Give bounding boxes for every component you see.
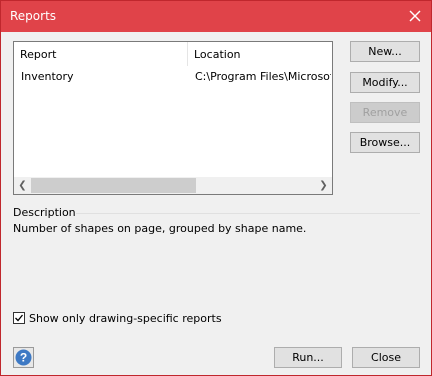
run-button[interactable]: Run... <box>274 347 342 368</box>
horizontal-scrollbar[interactable]: ❮ ❯ <box>14 177 332 194</box>
scrollbar-thumb[interactable] <box>31 178 196 193</box>
checkbox-box[interactable] <box>13 312 25 324</box>
title-bar: Reports <box>1 1 431 32</box>
list-item-location[interactable]: C:\Program Files\Microsoft <box>195 70 331 83</box>
reports-list[interactable]: Report Location Inventory C:\Program Fil… <box>13 41 333 195</box>
description-label: Description <box>13 206 76 219</box>
scroll-left-icon[interactable]: ❮ <box>14 177 31 194</box>
help-icon[interactable]: ? <box>13 347 34 368</box>
modify-button[interactable]: Modify... <box>350 72 420 93</box>
list-item-name[interactable]: Inventory <box>21 70 181 83</box>
scroll-right-icon[interactable]: ❯ <box>315 177 332 194</box>
svg-text:?: ? <box>20 351 27 365</box>
window-title: Reports <box>10 9 57 23</box>
browse-button[interactable]: Browse... <box>350 132 420 153</box>
column-header-report[interactable]: Report <box>14 42 188 66</box>
column-header-location[interactable]: Location <box>188 42 332 66</box>
new-button[interactable]: New... <box>350 41 420 62</box>
description-text: Number of shapes on page, grouped by sha… <box>13 222 307 235</box>
reports-dialog: Reports Report Location Inventory C:\Pro… <box>0 0 432 376</box>
remove-button[interactable]: Remove <box>350 102 420 123</box>
checkmark-icon <box>15 314 24 322</box>
close-icon[interactable] <box>405 6 425 26</box>
close-button[interactable]: Close <box>352 347 420 368</box>
checkbox-label[interactable]: Show only drawing-specific reports <box>29 312 222 325</box>
description-divider <box>76 213 420 214</box>
